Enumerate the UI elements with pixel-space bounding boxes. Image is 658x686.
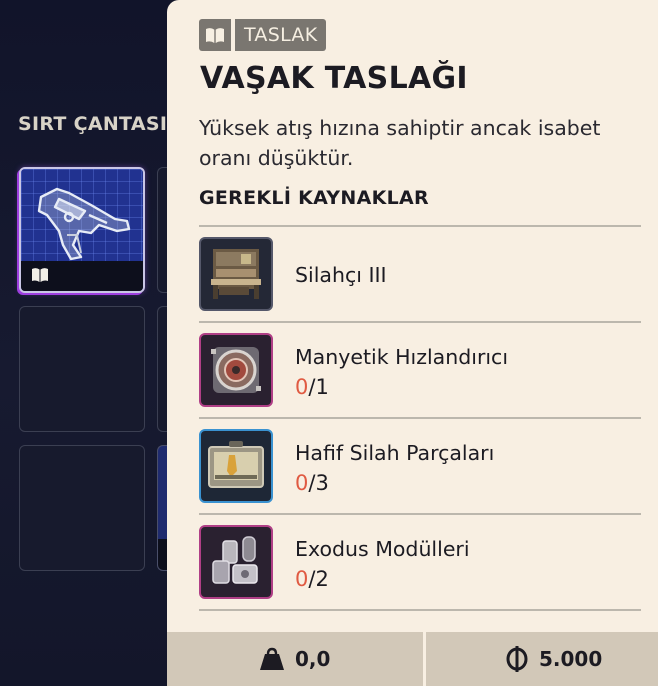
inventory-slot-blueprint[interactable] xyxy=(19,167,145,293)
smg-icon xyxy=(37,187,131,261)
weight-icon xyxy=(260,647,284,670)
item-type-tag: TASLAK xyxy=(199,19,327,51)
item-description: Yüksek atış hızına sahiptir ancak isabet… xyxy=(199,116,601,170)
resource-count: 0/3 xyxy=(295,471,329,495)
workbench-icon xyxy=(199,237,273,311)
inventory-slot-empty[interactable] xyxy=(19,306,145,432)
item-type-label: TASLAK xyxy=(235,19,327,51)
backpack-title: SIRT ÇANTASI xyxy=(18,113,168,135)
item-price-value: 5.000 xyxy=(539,647,603,671)
inventory-slot-empty[interactable] xyxy=(19,445,145,571)
item-price: 5.000 xyxy=(505,632,602,686)
resource-need: /3 xyxy=(308,471,329,495)
item-title: VAŞAK TASLAĞI xyxy=(200,61,468,96)
book-icon xyxy=(199,19,231,51)
resource-have: 0 xyxy=(295,471,309,495)
item-weight-value: 0,0 xyxy=(295,647,331,671)
resource-have: 0 xyxy=(295,375,309,399)
resource-name: Silahçı III xyxy=(295,263,387,287)
required-resources-heading: GEREKLİ KAYNAKLAR xyxy=(199,187,429,209)
resource-row[interactable]: Exodus Modülleri 0/2 xyxy=(199,513,641,609)
resource-name: Manyetik Hızlandırıcı xyxy=(295,345,509,369)
resource-count: 0/1 xyxy=(295,375,329,399)
resource-need: /1 xyxy=(308,375,329,399)
resource-row[interactable]: Silahçı III xyxy=(199,225,641,321)
resource-need: /2 xyxy=(308,567,329,591)
resource-row[interactable]: Hafif Silah Parçaları 0/3 xyxy=(199,417,641,513)
resource-name: Exodus Modülleri xyxy=(295,537,470,561)
book-icon xyxy=(32,268,48,282)
resource-row[interactable]: Manyetik Hızlandırıcı 0/1 xyxy=(199,321,641,417)
exodus-modules-icon xyxy=(199,525,273,599)
item-weight: 0,0 xyxy=(259,632,330,686)
magnetic-accelerator-icon xyxy=(199,333,273,407)
item-tooltip-panel: TASLAK VAŞAK TASLAĞI Yüksek atış hızına … xyxy=(167,0,658,686)
tooltip-footer: 0,0 5.000 xyxy=(167,632,658,686)
footer-divider xyxy=(423,632,426,686)
divider xyxy=(199,609,641,611)
resource-have: 0 xyxy=(295,567,309,591)
resource-name: Hafif Silah Parçaları xyxy=(295,441,495,465)
resource-count: 0/2 xyxy=(295,567,329,591)
weapon-parts-case-icon xyxy=(199,429,273,503)
coin-icon xyxy=(506,646,528,672)
